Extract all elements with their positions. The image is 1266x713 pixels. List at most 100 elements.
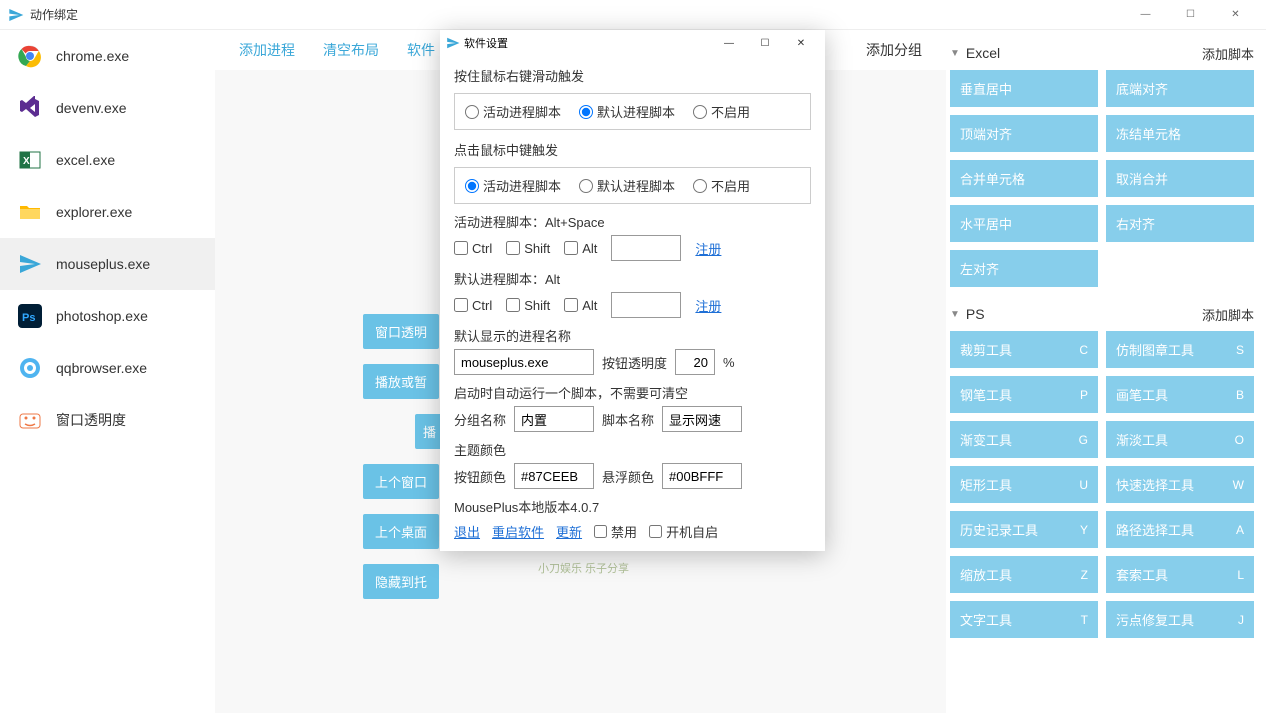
as-key-input[interactable] [611, 235, 681, 261]
add-process-link[interactable]: 添加进程 [239, 40, 295, 60]
process-icon: X [18, 148, 42, 172]
default-proc-label: 默认显示的进程名称 [454, 326, 811, 345]
exit-link[interactable]: 退出 [454, 522, 480, 541]
rc-disable-radio[interactable]: 不启用 [693, 102, 750, 121]
update-link[interactable]: 更新 [556, 522, 582, 541]
close-button[interactable]: ✕ [1213, 0, 1258, 30]
action-play-pause[interactable]: 播放或暂 [363, 364, 439, 399]
script-button[interactable]: 左对齐 [950, 250, 1098, 287]
startup-label: 启动时自动运行一个脚本，不需要可清空 [454, 383, 811, 402]
window-title: 动作绑定 [30, 6, 1123, 23]
action-window-transparency[interactable]: 窗口透明 [363, 314, 439, 349]
ds-shift-check[interactable]: Shift [506, 298, 550, 313]
add-script-link[interactable]: 添加脚本 [1202, 44, 1254, 63]
process-item-6[interactable]: qqbrowser.exe [0, 342, 215, 394]
process-item-3[interactable]: explorer.exe [0, 186, 215, 238]
script-button[interactable]: 裁剪工具C [950, 331, 1098, 368]
script-hotkey: S [1236, 343, 1244, 357]
script-button[interactable]: 合并单元格 [950, 160, 1098, 197]
script-label: 右对齐 [1116, 214, 1155, 233]
svg-text:Ps: Ps [22, 312, 35, 324]
process-label: explorer.exe [56, 204, 132, 220]
as-shift-check[interactable]: Shift [506, 241, 550, 256]
group-header-ps[interactable]: ▼PS添加脚本 [950, 297, 1254, 331]
script-label: 取消合并 [1116, 169, 1168, 188]
action-prev-window[interactable]: 上个窗口 [363, 464, 439, 499]
rc-active-radio[interactable]: 活动进程脚本 [465, 102, 561, 121]
process-item-2[interactable]: Xexcel.exe [0, 134, 215, 186]
script-button[interactable]: 污点修复工具J [1106, 601, 1254, 638]
clear-layout-link[interactable]: 清空布局 [323, 40, 379, 60]
script-button[interactable]: 画笔工具B [1106, 376, 1254, 413]
settings-app-icon [446, 36, 460, 50]
process-item-0[interactable]: chrome.exe [0, 30, 215, 82]
script-hotkey: Z [1081, 568, 1088, 582]
ds-key-input[interactable] [611, 292, 681, 318]
mc-disable-radio[interactable]: 不启用 [693, 176, 750, 195]
chevron-down-icon: ▼ [950, 309, 960, 320]
opacity-input[interactable] [675, 349, 715, 375]
script-button[interactable]: 垂直居中 [950, 70, 1098, 107]
script-button[interactable]: 历史记录工具Y [950, 511, 1098, 548]
mc-active-radio[interactable]: 活动进程脚本 [465, 176, 561, 195]
script-label: 历史记录工具 [960, 520, 1038, 539]
restart-link[interactable]: 重启软件 [492, 522, 544, 541]
script-button[interactable]: 右对齐 [1106, 205, 1254, 242]
header-item-3[interactable]: 软件 [407, 40, 435, 60]
settings-close[interactable]: ✕ [783, 30, 819, 56]
btn-color-input[interactable] [514, 463, 594, 489]
script-button[interactable]: 取消合并 [1106, 160, 1254, 197]
maximize-button[interactable]: ☐ [1168, 0, 1213, 30]
ds-register-link[interactable]: 注册 [695, 296, 721, 315]
script-button[interactable]: 缩放工具Z [950, 556, 1098, 593]
as-alt-check[interactable]: Alt [564, 241, 597, 256]
right-click-label: 按住鼠标右键滑动触发 [454, 66, 811, 85]
script-button[interactable]: 顶端对齐 [950, 115, 1098, 152]
main-titlebar: 动作绑定 — ☐ ✕ [0, 0, 1266, 30]
process-item-5[interactable]: Psphotoshop.exe [0, 290, 215, 342]
ds-ctrl-check[interactable]: Ctrl [454, 298, 492, 313]
rc-default-radio[interactable]: 默认进程脚本 [579, 102, 675, 121]
script-button[interactable]: 渐淡工具O [1106, 421, 1254, 458]
mc-default-radio[interactable]: 默认进程脚本 [579, 176, 675, 195]
script-label: 渐淡工具 [1116, 430, 1168, 449]
autostart-check[interactable]: 开机自启 [649, 522, 718, 541]
script-button[interactable]: 钢笔工具P [950, 376, 1098, 413]
add-script-link[interactable]: 添加脚本 [1202, 305, 1254, 324]
action-prev-desktop[interactable]: 上个桌面 [363, 514, 439, 549]
settings-minimize[interactable]: — [711, 30, 747, 56]
script-button[interactable]: 渐变工具G [950, 421, 1098, 458]
default-proc-input[interactable] [454, 349, 594, 375]
script-button[interactable]: 底端对齐 [1106, 70, 1254, 107]
disable-check[interactable]: 禁用 [594, 522, 637, 541]
script-button[interactable]: 矩形工具U [950, 466, 1098, 503]
settings-titlebar[interactable]: 软件设置 — ☐ ✕ [440, 30, 825, 56]
action-hide-tray[interactable]: 隐藏到托 [363, 564, 439, 599]
script-label: 左对齐 [960, 259, 999, 278]
script-button[interactable]: 路径选择工具A [1106, 511, 1254, 548]
add-group-link[interactable]: 添加分组 [866, 40, 922, 60]
process-item-7[interactable]: 窗口透明度 [0, 394, 215, 446]
minimize-button[interactable]: — [1123, 0, 1168, 30]
process-label: excel.exe [56, 152, 115, 168]
script-button[interactable]: 冻结单元格 [1106, 115, 1254, 152]
script-button[interactable]: 水平居中 [950, 205, 1098, 242]
hover-color-label: 悬浮颜色 [602, 467, 654, 486]
ds-alt-check[interactable]: Alt [564, 298, 597, 313]
script-button[interactable]: 套索工具L [1106, 556, 1254, 593]
group-name-input[interactable] [514, 406, 594, 432]
process-item-4[interactable]: mouseplus.exe [0, 238, 215, 290]
hover-color-input[interactable] [662, 463, 742, 489]
script-hotkey: C [1079, 343, 1088, 357]
script-button[interactable]: 快速选择工具W [1106, 466, 1254, 503]
process-item-1[interactable]: devenv.exe [0, 82, 215, 134]
script-name-input[interactable] [662, 406, 742, 432]
group-header-excel[interactable]: ▼Excel添加脚本 [950, 36, 1254, 70]
settings-maximize[interactable]: ☐ [747, 30, 783, 56]
as-ctrl-check[interactable]: Ctrl [454, 241, 492, 256]
script-button[interactable]: 仿制图章工具S [1106, 331, 1254, 368]
script-label: 画笔工具 [1116, 385, 1168, 404]
as-register-link[interactable]: 注册 [695, 239, 721, 258]
process-icon [18, 408, 42, 432]
script-button[interactable]: 文字工具T [950, 601, 1098, 638]
